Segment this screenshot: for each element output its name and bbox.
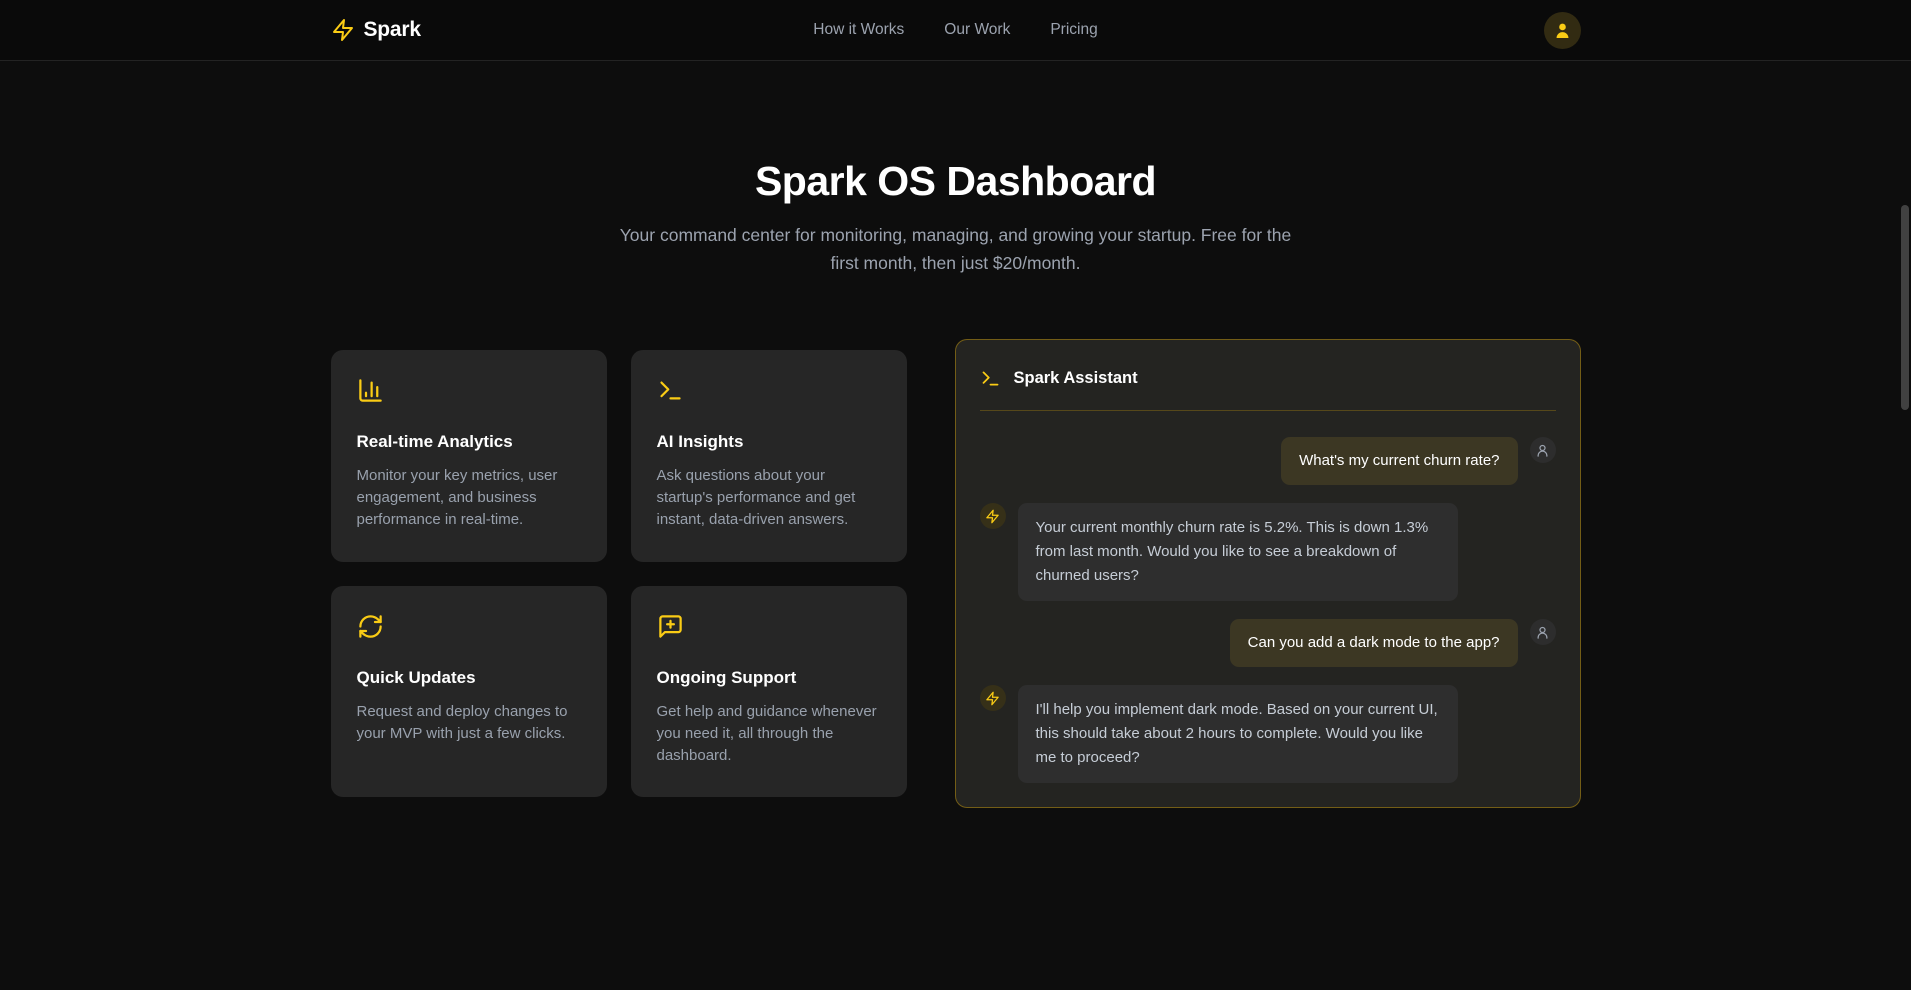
zap-icon [985,691,1000,706]
feature-card-ongoing-support: Ongoing Support Get help and guidance wh… [631,586,907,798]
zap-icon [985,509,1000,524]
refresh-icon [357,627,384,644]
assistant-avatar [980,503,1006,529]
message-square-plus-icon [657,627,684,644]
assistant-avatar [980,685,1006,711]
chat-message-assistant: Your current monthly churn rate is 5.2%.… [980,503,1556,601]
top-nav: Spark How it Works Our Work Pricing [0,0,1911,61]
feature-description: Ask questions about your startup's perfo… [657,465,881,532]
chat-message-user: What's my current churn rate? [980,437,1556,485]
assistant-message-bubble: I'll help you implement dark mode. Based… [1018,685,1458,783]
feature-grid: Real-time Analytics Monitor your key met… [331,350,907,797]
chat-divider [980,410,1556,411]
chat-messages: What's my current churn rate? [980,437,1556,783]
chat-header: Spark Assistant [980,364,1556,389]
page-title: Spark OS Dashboard [0,158,1911,205]
feature-title: Ongoing Support [657,668,881,688]
feature-description: Get help and guidance whenever you need … [657,701,881,768]
spark-assistant-panel: Spark Assistant What's my current churn … [955,339,1581,808]
account-avatar-button[interactable] [1544,12,1581,49]
chat-message-user: Can you add a dark mode to the app? [980,619,1556,667]
nav-links: How it Works Our Work Pricing [813,0,1097,60]
feature-card-quick-updates: Quick Updates Request and deploy changes… [331,586,607,798]
feature-card-realtime-analytics: Real-time Analytics Monitor your key met… [331,350,607,562]
nav-link-pricing[interactable]: Pricing [1050,21,1097,39]
terminal-icon [980,368,1001,389]
user-icon [1553,21,1572,40]
chat-title: Spark Assistant [1014,369,1138,388]
user-icon [1535,443,1550,458]
brand-name: Spark [364,18,421,42]
user-message-bubble: What's my current churn rate? [1281,437,1517,485]
feature-description: Monitor your key metrics, user engagemen… [357,465,581,532]
nav-link-how-it-works[interactable]: How it Works [813,21,904,39]
hero-section: Spark OS Dashboard Your command center f… [0,158,1911,277]
feature-title: AI Insights [657,432,881,452]
page-subtitle: Your command center for monitoring, mana… [611,221,1301,277]
feature-title: Real-time Analytics [357,432,581,452]
user-avatar [1530,619,1556,645]
feature-description: Request and deploy changes to your MVP w… [357,701,581,745]
feature-title: Quick Updates [357,668,581,688]
user-avatar [1530,437,1556,463]
feature-card-ai-insights: AI Insights Ask questions about your sta… [631,350,907,562]
user-icon [1535,625,1550,640]
zap-icon [331,18,355,42]
brand-logo[interactable]: Spark [331,18,421,42]
nav-link-our-work[interactable]: Our Work [944,21,1010,39]
terminal-icon [657,391,684,408]
scrollbar-thumb[interactable] [1901,205,1909,410]
bar-chart-icon [357,391,384,408]
user-message-bubble: Can you add a dark mode to the app? [1230,619,1518,667]
assistant-message-bubble: Your current monthly churn rate is 5.2%.… [1018,503,1458,601]
chat-message-assistant: I'll help you implement dark mode. Based… [980,685,1556,783]
